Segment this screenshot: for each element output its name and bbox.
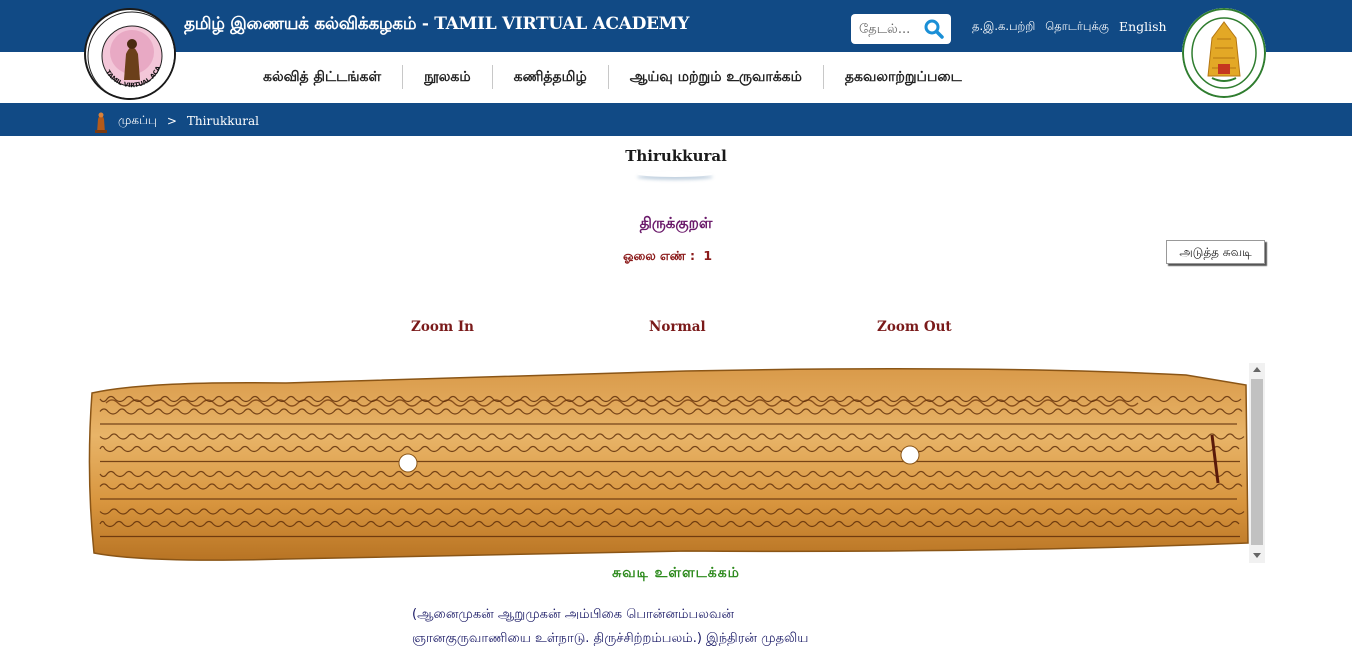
search-icon[interactable] (923, 18, 945, 40)
content-line-1: (ஆனைமுகன் ஆறுமுகன் அம்பிகை பொன்னம்பலவன் (412, 607, 734, 622)
state-emblem-logo (1182, 8, 1266, 98)
page-title: Thirukkural (625, 147, 727, 165)
scroll-thumb[interactable] (1251, 379, 1263, 545)
breadcrumb-separator: > (166, 114, 177, 128)
nav-item-research[interactable]: ஆய்வு மற்றும் உருவாக்கம் (607, 65, 823, 89)
scroll-down-arrow-icon[interactable] (1253, 553, 1261, 558)
zoom-out-link[interactable]: Zoom Out (877, 319, 952, 335)
contact-link[interactable]: தொடர்புக்கு (1045, 19, 1109, 35)
top-links: த.இ.க.பற்றி தொடர்புக்கு English (972, 19, 1167, 35)
academy-logo[interactable]: TAMIL VIRTUAL ACADEMY (84, 8, 176, 100)
palm-leaf-viewer[interactable] (86, 363, 1265, 563)
main-navigation: கல்வித் திட்டங்கள் நூலகம் கணித்தமிழ் ஆய்… (0, 52, 1352, 103)
english-link[interactable]: English (1119, 19, 1167, 35)
top-header-bar: தமிழ் இணையக் கல்விக்கழகம் - TAMIL VIRTUA… (0, 0, 1352, 52)
home-statue-icon[interactable] (94, 109, 108, 133)
breadcrumb: முகப்பு > Thirukkural (94, 109, 259, 133)
search-input[interactable] (859, 21, 921, 37)
site-title[interactable]: தமிழ் இணையக் கல்விக்கழகம் - TAMIL VIRTUA… (184, 14, 689, 36)
leaf-number-value: 1 (703, 248, 713, 263)
zoom-in-link[interactable]: Zoom In (411, 319, 474, 335)
nav-item-computing[interactable]: கணித்தமிழ் (491, 65, 608, 89)
title-underline (637, 171, 713, 177)
scroll-up-arrow-icon[interactable] (1253, 367, 1261, 372)
palm-leaf-image (88, 368, 1249, 561)
nav-item-education[interactable]: கல்வித் திட்டங்கள் (242, 65, 402, 89)
content-line-2: ஞானகுருவாணியை உள்நாடு. திருச்சிற்றம்பலம்… (412, 631, 809, 646)
breadcrumb-home[interactable]: முகப்பு (118, 113, 157, 129)
breadcrumb-bar: முகப்பு > Thirukkural (0, 103, 1352, 136)
leaf-content-heading: சுவடி உள்ளடக்கம் (612, 565, 740, 581)
nav-item-info[interactable]: தகவலாற்றுப்படை (822, 65, 983, 89)
kural-heading: திருக்குறள் (639, 214, 713, 232)
nav-item-library[interactable]: நூலகம் (402, 65, 492, 89)
next-leaf-button[interactable]: அடுத்த சுவடி (1166, 240, 1265, 264)
breadcrumb-current: Thirukkural (186, 114, 259, 128)
zoom-normal-link[interactable]: Normal (649, 319, 706, 335)
search-box[interactable] (851, 14, 951, 44)
leaf-number-label: ஓலை எண் : (623, 248, 696, 263)
leaf-content-text: (ஆனைமுகன் ஆறுமுகன் அம்பிகை பொன்னம்பலவன் … (412, 603, 892, 651)
viewer-scrollbar[interactable] (1249, 363, 1265, 563)
leaf-number-line: ஓலை எண் : 1 (623, 248, 712, 265)
about-link[interactable]: த.இ.க.பற்றி (972, 19, 1035, 35)
